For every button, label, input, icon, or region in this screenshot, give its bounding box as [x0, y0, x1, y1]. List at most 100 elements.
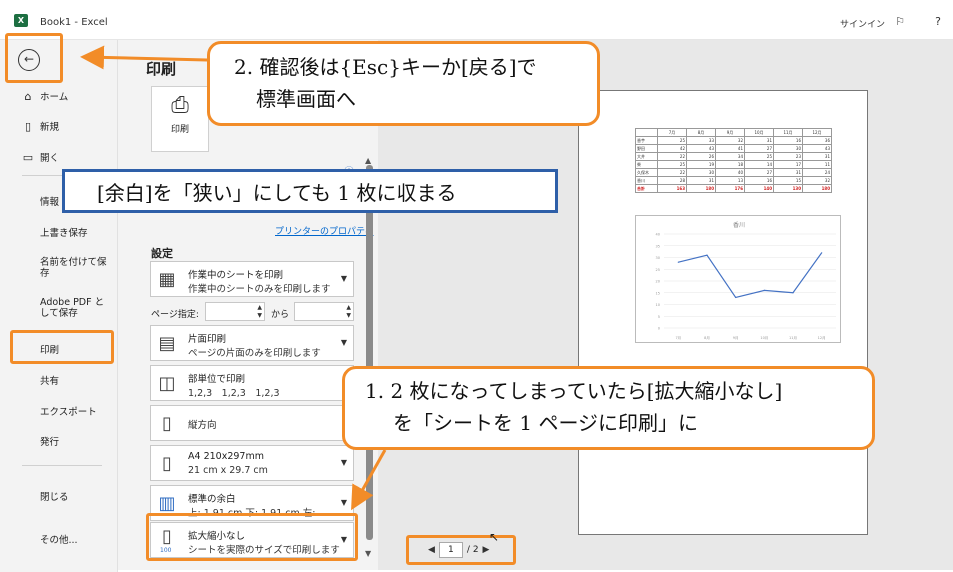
table-cell: 19	[686, 160, 716, 169]
nav-save-as[interactable]: 名前を付けて保存	[40, 257, 110, 279]
table-cell: 11月	[773, 128, 803, 137]
table-row: 久保木 22 30 40 27 31 24	[635, 168, 832, 177]
scaling-highlight	[146, 513, 358, 561]
print-highlight	[10, 330, 114, 364]
nav-export[interactable]: エクスポート	[40, 404, 97, 418]
nav-share[interactable]: 共有	[40, 373, 59, 387]
y-tick-label: 10	[656, 303, 660, 307]
title-bar: X Book1 - Excel サインイン ⚐ ?	[0, 0, 953, 40]
print-button[interactable]: ⎙ 印刷	[151, 86, 209, 152]
folder-icon: ▭	[22, 150, 34, 164]
help-icon[interactable]: ?	[930, 14, 946, 30]
spinner-icon[interactable]: ▲ ▼	[257, 304, 262, 320]
table-cell: 16	[773, 136, 803, 145]
y-tick-label: 15	[656, 291, 660, 295]
table-cell: 163	[657, 184, 687, 193]
sides-dropdown[interactable]: ▤ 片面印刷 ページの片面のみを印刷します ▼	[150, 325, 354, 361]
chart-title: 香川	[733, 221, 745, 229]
table-cell: 180	[686, 184, 716, 193]
table-cell: 8月	[686, 128, 716, 137]
table-cell: 43	[802, 144, 832, 153]
table-row: 大井 22 26 34 25 23 31	[635, 152, 832, 161]
chevron-down-icon: ▼	[340, 498, 347, 507]
nav-publish[interactable]: 発行	[40, 434, 59, 448]
settings-label: 設定	[151, 247, 173, 260]
orientation-dropdown[interactable]: ▯ 縦方向	[150, 405, 354, 441]
portrait-icon: ▯	[162, 413, 172, 434]
settings-scrollbar[interactable]	[366, 165, 373, 540]
table-cell: 36	[802, 136, 832, 145]
table-cell: 22	[657, 152, 687, 161]
table-cell: 30	[773, 144, 803, 153]
nav-home[interactable]: ⌂ ホーム	[22, 89, 69, 104]
table-cell: 16	[744, 176, 774, 185]
x-tick-label: 9月	[733, 335, 739, 340]
data-point	[706, 254, 708, 256]
nav-more[interactable]: その他...	[40, 532, 78, 546]
nav-open[interactable]: ▭ 開く	[22, 150, 59, 165]
table-cell: 10月	[744, 128, 774, 137]
table-cell: 28	[657, 176, 687, 185]
table-cell: 18	[715, 160, 745, 169]
table-row: 柴 25 19 18 14 17 11	[635, 160, 832, 169]
scroll-down-icon[interactable]: ▼	[365, 549, 371, 558]
page-range-label: ページ指定:	[151, 310, 199, 320]
nav-adobe-pdf[interactable]: Adobe PDF として保存	[40, 297, 110, 319]
data-point	[821, 252, 823, 254]
paper-size-dropdown[interactable]: ▯ A4 210x297mm 21 cm x 29.7 cm ▼	[150, 445, 354, 481]
nav-close[interactable]: 閉じる	[40, 489, 69, 503]
table-row: 合計 163 180 176 140 130 180	[635, 184, 832, 193]
callout-margins-hint: [余白]を「狭い」にしても 1 枚に収まる	[62, 169, 558, 213]
table-cell: 久保木	[635, 168, 658, 177]
chevron-down-icon: ▼	[340, 458, 347, 467]
spinner-icon[interactable]: ▲ ▼	[346, 304, 351, 320]
data-point	[677, 261, 679, 263]
nav-info[interactable]: 情報	[40, 194, 59, 208]
printer-properties-link[interactable]: プリンターのプロパティ	[275, 224, 373, 237]
y-tick-label: 30	[656, 256, 660, 260]
y-tick-label: 25	[656, 268, 660, 272]
table-cell: 32	[802, 176, 832, 185]
collate-dropdown[interactable]: ◫ 部単位で印刷 1,2,3 1,2,3 1,2,3	[150, 365, 354, 401]
table-cell: 42	[657, 144, 687, 153]
table-row: 香芋 25 33 32 31 16 36	[635, 136, 832, 145]
excel-logo-icon: X	[14, 14, 28, 27]
preview-chart: 香川 0 5 10 15 20 25 30 35 40 7月 8月 9月 10月 11月 12月	[635, 215, 841, 343]
preview-chart-svg: 香川 0 5 10 15 20 25 30 35 40 7月 8月 9月 10月 11月 12月	[656, 221, 836, 340]
mouse-cursor-icon: ↖	[489, 530, 500, 544]
table-cell: 香芋	[635, 136, 658, 145]
app-title: Book1 - Excel	[40, 17, 108, 28]
table-cell: 25	[744, 152, 774, 161]
series-line	[678, 252, 823, 299]
nav-save[interactable]: 上書き保存	[40, 225, 88, 239]
table-cell: 15	[773, 176, 803, 185]
callout-escape-hint: 2. 確認後は{Esc}キーか[戻る]で 標準画面へ	[207, 41, 600, 126]
y-tick-label: 0	[658, 327, 660, 331]
home-icon: ⌂	[24, 89, 32, 103]
x-tick-label: 8月	[704, 335, 710, 340]
table-cell: 31	[773, 168, 803, 177]
table-cell: 大井	[635, 152, 658, 161]
page-to-label: から	[271, 310, 290, 320]
signin-link[interactable]: サインイン	[840, 17, 885, 30]
nav-new[interactable]: ▯ 新規	[22, 119, 59, 134]
page-from-input[interactable]: ▲ ▼	[205, 302, 265, 321]
table-row: 香川 28 31 13 16 15 32	[635, 176, 832, 185]
feedback-icon[interactable]: ⚐	[892, 14, 908, 30]
scroll-up-icon[interactable]: ▲	[365, 156, 371, 165]
table-row: 7月 8月 9月 10月 11月 12月	[635, 128, 832, 137]
callout-scaling-hint: 1. 2 枚になってしまっていたら[拡大縮小なし] を「シートを 1 ページに印…	[342, 366, 875, 450]
table-cell: 40	[715, 168, 745, 177]
table-cell: 33	[686, 136, 716, 145]
table-cell	[635, 128, 658, 137]
table-cell: 25	[657, 136, 687, 145]
table-cell: 合計	[635, 184, 658, 193]
table-cell: 9月	[715, 128, 745, 137]
print-what-dropdown[interactable]: ▦ 作業中のシートを印刷 作業中のシートのみを印刷します ▼	[150, 261, 354, 297]
table-cell: 176	[715, 184, 745, 193]
page-title: 印刷	[146, 60, 177, 78]
nav-divider	[22, 465, 102, 466]
page-to-input[interactable]: ▲ ▼	[294, 302, 354, 321]
table-cell: 31	[686, 176, 716, 185]
table-cell: 140	[744, 184, 774, 193]
